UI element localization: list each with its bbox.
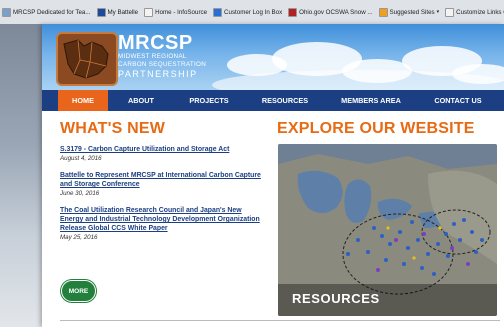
bookmark-item[interactable]: Suggested Sites ▾ [377, 7, 442, 17]
suggested-icon [378, 7, 388, 17]
nav-contact-us[interactable]: CONTACT US [416, 90, 500, 111]
bookmark-label: Customize Links Original [456, 8, 504, 16]
background-window [0, 24, 42, 327]
footer-divider [60, 320, 500, 321]
bookmark-label: MRCSP Dedicated for Tea... [13, 8, 91, 16]
whats-new-section: WHAT'S NEW S.3179 - Carbon Capture Utili… [60, 120, 265, 242]
whats-new-heading: WHAT'S NEW [60, 120, 166, 137]
header-banner: MRCSP MIDWEST REGIONAL CARBON SEQUESTRAT… [42, 24, 504, 90]
bookmark-label: Customer Log In Box [224, 8, 283, 16]
page-icon [144, 7, 154, 17]
news-title-link[interactable]: The Coal Utilization Research Council an… [60, 206, 265, 233]
bookmark-item[interactable]: Customer Log In Box [211, 7, 284, 17]
resources-map-link[interactable]: RESOURCES [278, 144, 497, 316]
logo-line-3: PARTNERSHIP [118, 69, 198, 79]
nav-members-area[interactable]: MEMBERS AREA [326, 90, 416, 111]
news-item: Battelle to Represent MRCSP at Internati… [60, 171, 265, 198]
box-icon [213, 7, 223, 17]
news-title-link[interactable]: Battelle to Represent MRCSP at Internati… [60, 171, 265, 189]
nav-projects[interactable]: PROJECTS [174, 90, 244, 111]
bookmark-label: Suggested Sites [389, 8, 435, 16]
news-title-link[interactable]: S.3179 - Carbon Capture Utilization and … [60, 145, 265, 154]
news-date: May 25, 2016 [60, 234, 98, 241]
more-button[interactable]: MORE [61, 280, 96, 302]
logo-line-1: MIDWEST REGIONAL [118, 53, 187, 60]
logo-line-2: CARBON SEQUESTRATION [118, 60, 207, 68]
bookmark-label: My Battelle [107, 8, 139, 16]
logo-map-icon[interactable] [56, 32, 118, 86]
logo-name: MRCSP [118, 32, 193, 54]
nav-resources[interactable]: RESOURCES [244, 90, 326, 111]
news-item: S.3179 - Carbon Capture Utilization and … [60, 145, 265, 163]
favorites-bar: MRCSP Dedicated for Tea... My Battelle Hom… [0, 0, 504, 25]
chevron-down-icon[interactable]: ▾ [437, 9, 440, 15]
explore-heading: EXPLORE OUR WEBSITE [277, 120, 475, 137]
nav-about[interactable]: ABOUT [108, 90, 174, 111]
main-nav: HOME ABOUT PROJECTS RESOURCES MEMBERS AR… [42, 90, 504, 111]
bookmark-item[interactable]: Home - InfoSource [142, 7, 209, 17]
explore-section: EXPLORE OUR WEBSITE [277, 120, 499, 138]
nav-home[interactable]: HOME [58, 90, 108, 111]
page-icon [2, 7, 11, 17]
page-icon [445, 7, 455, 17]
bookmark-item[interactable]: My Battelle [95, 7, 141, 17]
bookmark-item[interactable]: MRCSP Dedicated for Tea... [0, 7, 93, 17]
battelle-icon [96, 7, 106, 17]
logo-text[interactable]: MRCSP MIDWEST REGIONAL CARBON SEQUESTRAT… [118, 33, 206, 79]
bookmark-label: Ohio.gov OCSWA Snow ... [299, 8, 373, 16]
news-date: August 4, 2016 [60, 155, 102, 162]
bookmark-item[interactable]: Ohio.gov OCSWA Snow ... [286, 7, 374, 17]
bookmark-label: Home - InfoSource [155, 8, 208, 16]
resources-map-label: RESOURCES [292, 291, 380, 306]
web-page: MRCSP MIDWEST REGIONAL CARBON SEQUESTRAT… [42, 24, 504, 327]
ohio-icon [288, 7, 298, 17]
news-item: The Coal Utilization Research Council an… [60, 206, 265, 242]
news-date: June 30, 2016 [60, 190, 100, 197]
bookmark-item[interactable]: Customize Links Original [443, 7, 504, 17]
